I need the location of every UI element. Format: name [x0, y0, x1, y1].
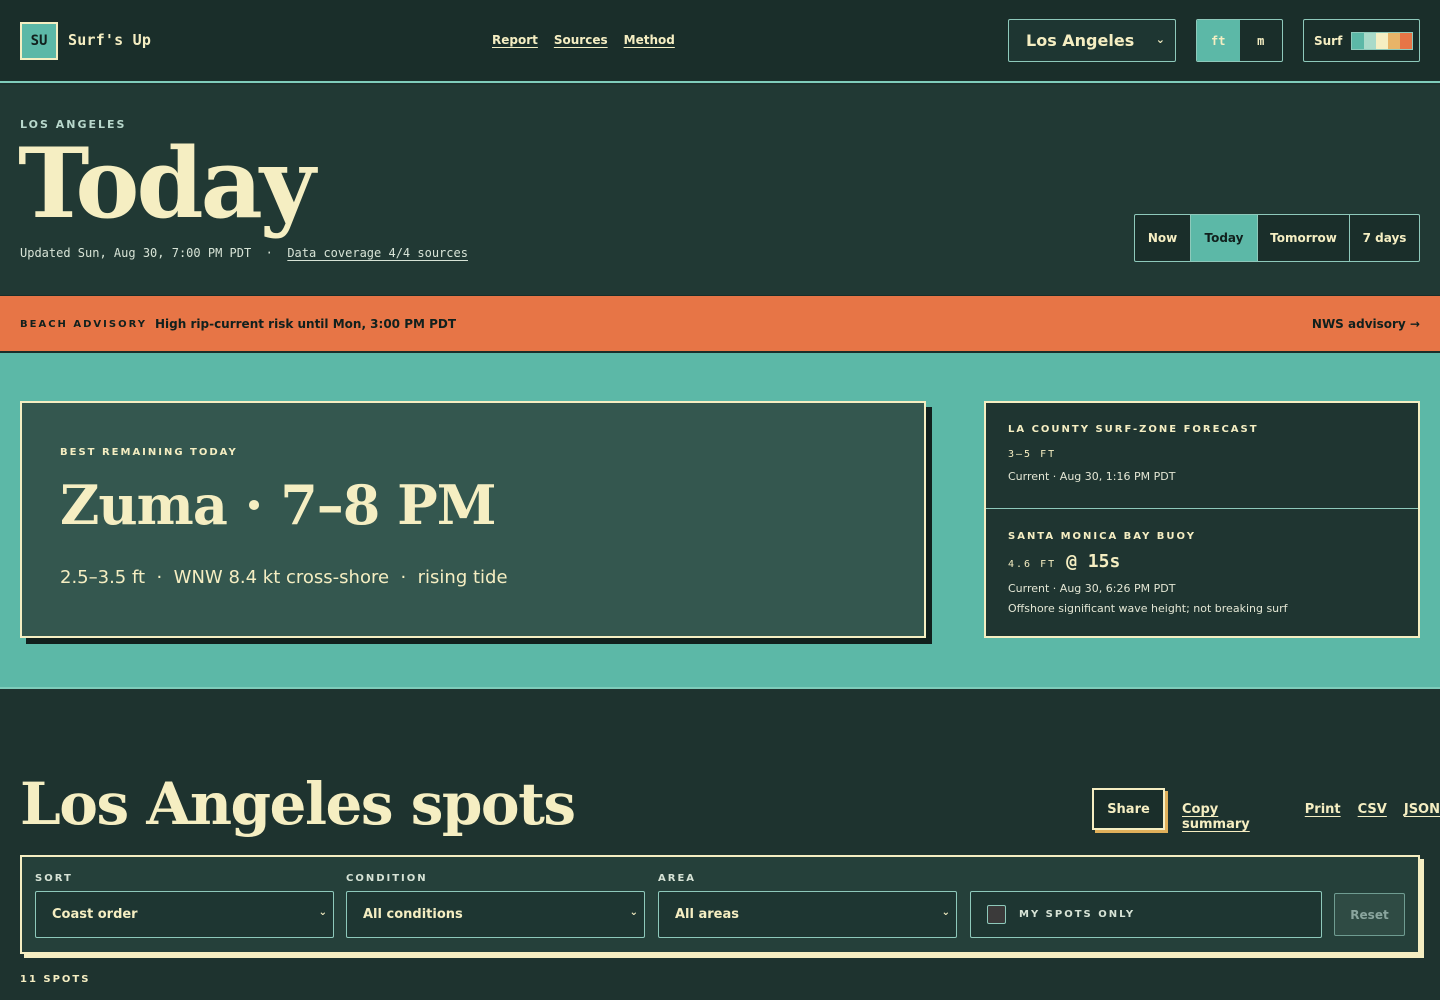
sort-filter: SORT Coast order ⌄	[35, 873, 334, 938]
surf-color-swatches	[1351, 31, 1414, 50]
unit-toggle: ft m	[1196, 19, 1283, 62]
nav-method-link[interactable]: Method	[624, 33, 675, 47]
surf-zone-forecast: LA COUNTY SURF-ZONE FORECAST 3–5 FT Curr…	[986, 403, 1418, 509]
csv-link[interactable]: CSV	[1358, 802, 1387, 832]
sort-select[interactable]: Coast order ⌄	[35, 891, 334, 938]
top-bar: SU Surf's Up Report Sources Method Los A…	[0, 0, 1440, 83]
nws-advisory-link[interactable]: NWS advisory →	[1312, 317, 1420, 331]
unit-ft-button[interactable]: ft	[1197, 20, 1240, 61]
buoy-meta: Current · Aug 30, 6:26 PM PDT	[1008, 582, 1176, 595]
chevron-down-icon: ⌄	[941, 907, 950, 918]
buoy-title: SANTA MONICA BAY BUOY	[1008, 531, 1196, 542]
tab-7-days[interactable]: 7 days	[1350, 215, 1419, 261]
advisory-message: High rip-current risk until Mon, 3:00 PM…	[155, 317, 457, 331]
area-value: All areas	[675, 907, 740, 922]
top-nav: Report Sources Method	[492, 33, 675, 47]
copy-summary-link[interactable]: Copy summary	[1182, 802, 1288, 832]
surf-legend-button[interactable]: Surf	[1303, 19, 1420, 62]
sort-value: Coast order	[52, 907, 138, 922]
my-spots-toggle[interactable]: MY SPOTS ONLY	[970, 891, 1322, 938]
chevron-down-icon: ⌄	[629, 907, 638, 918]
nav-report-link[interactable]: Report	[492, 33, 538, 47]
swatch	[1400, 32, 1413, 49]
chevron-down-icon: ⌄	[318, 907, 327, 918]
buoy-values: 4.6 FT @ 15s	[1008, 551, 1418, 572]
tab-today[interactable]: Today	[1191, 215, 1258, 261]
surf-legend-label: Surf	[1314, 33, 1343, 48]
app-name[interactable]: Surf's Up	[68, 31, 151, 49]
swatch	[1364, 32, 1377, 49]
updated-line: Updated Sun, Aug 30, 7:00 PM PDT · Data …	[20, 246, 468, 260]
city-select[interactable]: Los Angeles ⌄	[1008, 19, 1176, 62]
best-details: 2.5–3.5 ft · WNW 8.4 kt cross-shore · ri…	[60, 567, 508, 588]
swatch	[1388, 32, 1401, 49]
filter-bar: SORT Coast order ⌄ CONDITION All conditi…	[20, 855, 1420, 954]
logo-mark[interactable]: SU	[20, 22, 58, 60]
swatch	[1376, 32, 1389, 49]
share-button[interactable]: Share	[1092, 788, 1165, 830]
my-spots-checkbox[interactable]	[987, 905, 1006, 924]
nav-sources-link[interactable]: Sources	[554, 33, 608, 47]
data-coverage-link[interactable]: Data coverage 4/4 sources	[287, 246, 468, 260]
unit-m-button[interactable]: m	[1240, 20, 1283, 61]
buoy-reading: SANTA MONICA BAY BUOY 4.6 FT @ 15s Curre…	[986, 510, 1418, 615]
forecast-value: 3–5 FT	[1008, 449, 1057, 460]
advisory-banner: BEACH ADVISORY High rip-current risk unt…	[0, 295, 1440, 353]
chevron-down-icon: ⌄	[1155, 33, 1165, 46]
export-actions: Copy summary Print CSV JSON	[1182, 802, 1440, 832]
range-tabs: Now Today Tomorrow 7 days	[1134, 214, 1420, 262]
best-headline: Zuma · 7–8 PM	[60, 473, 497, 537]
page-title: Today	[18, 127, 316, 240]
best-remaining-card: BEST REMAINING TODAY Zuma · 7–8 PM 2.5–3…	[20, 401, 926, 638]
condition-value: All conditions	[363, 907, 463, 922]
swatch	[1352, 32, 1365, 49]
forecast-meta: Current · Aug 30, 1:16 PM PDT	[1008, 470, 1176, 483]
buoy-note: Offshore significant wave height; not br…	[1008, 602, 1288, 615]
buoy-height: 4.6 FT	[1008, 559, 1057, 570]
area-select[interactable]: All areas ⌄	[658, 891, 957, 938]
tab-now[interactable]: Now	[1135, 215, 1191, 261]
forecast-title: LA COUNTY SURF-ZONE FORECAST	[1008, 424, 1259, 435]
condition-label: CONDITION	[346, 873, 428, 884]
area-filter: AREA All areas ⌄	[658, 873, 957, 938]
buoy-period: @ 15s	[1066, 551, 1121, 572]
hero: LOS ANGELES Today Updated Sun, Aug 30, 7…	[0, 85, 1440, 295]
updated-time: Updated Sun, Aug 30, 7:00 PM PDT	[20, 246, 252, 260]
best-eyebrow: BEST REMAINING TODAY	[60, 447, 238, 458]
my-spots-label: MY SPOTS ONLY	[1019, 909, 1136, 920]
print-link[interactable]: Print	[1305, 802, 1341, 832]
json-link[interactable]: JSON	[1404, 802, 1440, 832]
condition-select[interactable]: All conditions ⌄	[346, 891, 645, 938]
separator: ·	[265, 246, 273, 260]
reset-button[interactable]: Reset	[1334, 893, 1405, 936]
condition-filter: CONDITION All conditions ⌄	[346, 873, 645, 938]
tab-tomorrow[interactable]: Tomorrow	[1258, 215, 1350, 261]
sources-card: LA COUNTY SURF-ZONE FORECAST 3–5 FT Curr…	[984, 401, 1420, 638]
spots-title: Los Angeles spots	[20, 770, 576, 838]
area-label: AREA	[658, 873, 697, 884]
spot-count: 11 SPOTS	[20, 974, 91, 985]
highlight-band: BEST REMAINING TODAY Zuma · 7–8 PM 2.5–3…	[0, 353, 1440, 689]
sort-label: SORT	[35, 873, 73, 884]
advisory-label: BEACH ADVISORY	[20, 319, 147, 330]
city-select-value: Los Angeles	[1026, 31, 1135, 50]
